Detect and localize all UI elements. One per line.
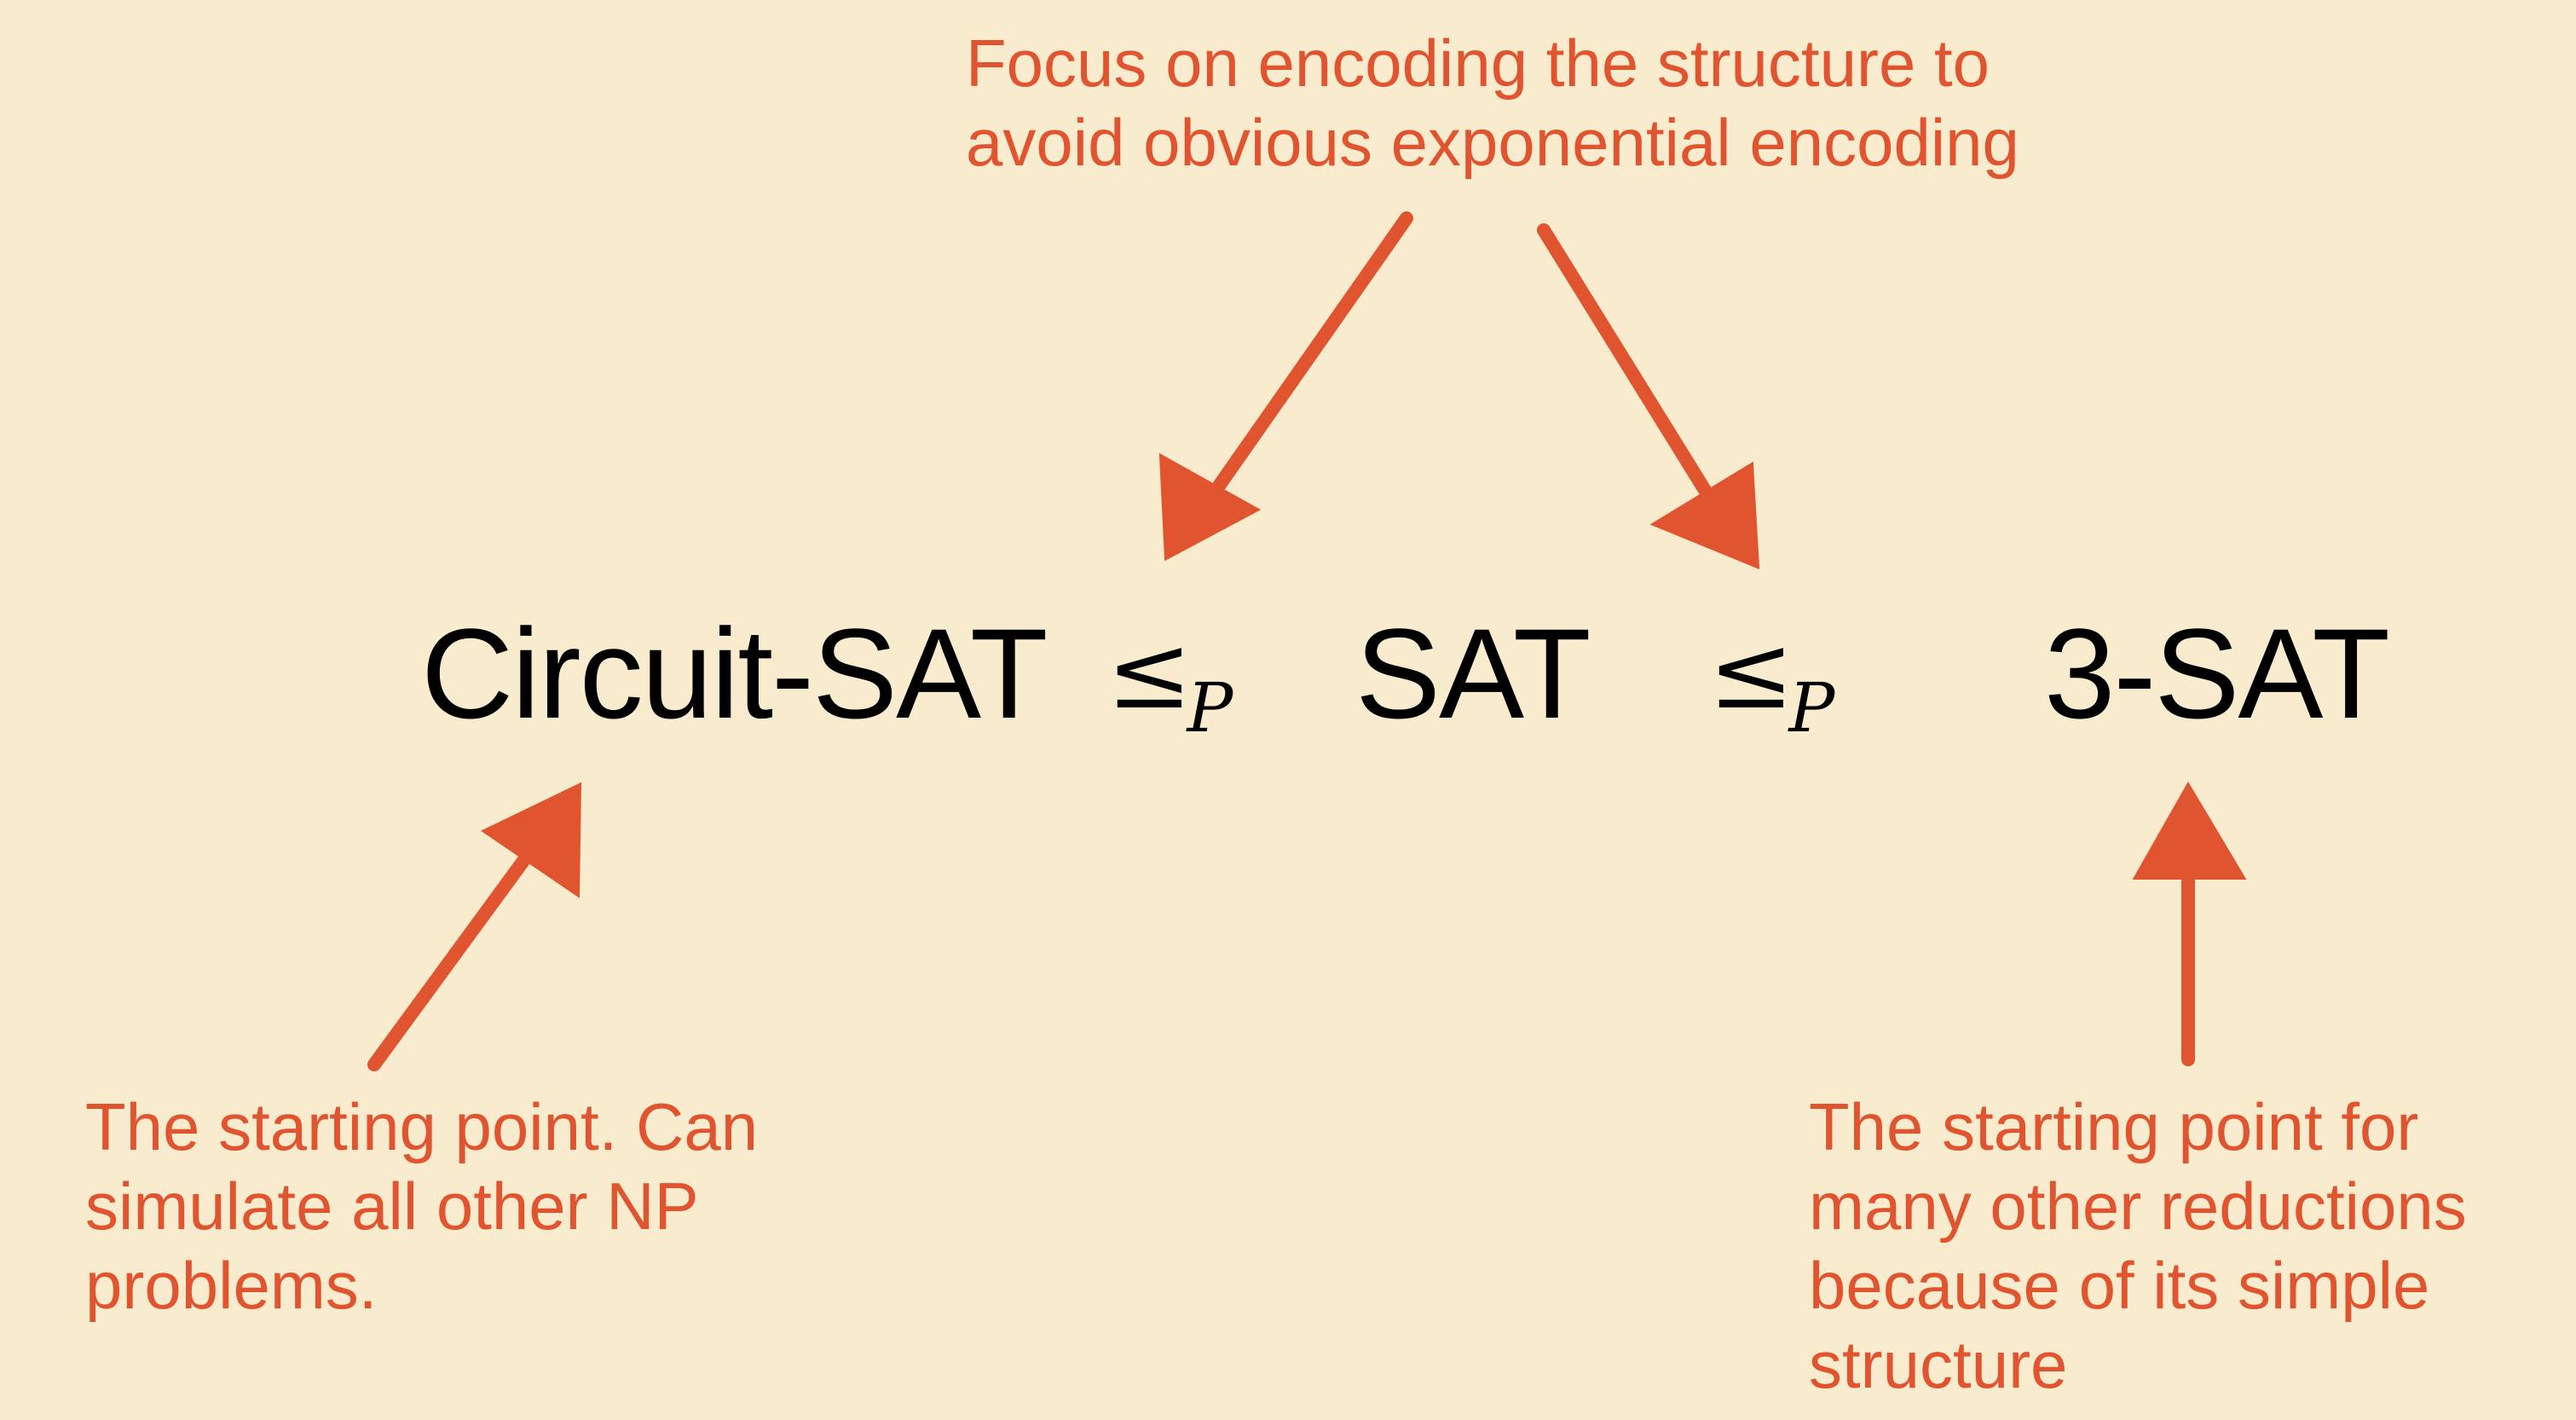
circuit-sat-term: Circuit-SAT [421, 602, 1048, 745]
arrow-to-circuit-sat [367, 782, 582, 1071]
left-annotation-line: The starting point. Can [85, 1089, 759, 1164]
right-annotation-line: many other reductions [1809, 1169, 2467, 1244]
right-annotation: The starting point for many other reduct… [1809, 1088, 2467, 1405]
3-sat-term: 3-SAT [2044, 602, 2390, 745]
leq-subscript: P [1788, 668, 1835, 748]
arrow-to-second-reduction [1537, 223, 1760, 570]
poly-reduction-symbol-2: ≤P [1708, 597, 1840, 780]
leq-subscript: P [1187, 668, 1233, 748]
arrow-to-first-reduction [1158, 211, 1413, 562]
poly-reduction-symbol-1: ≤P [1106, 597, 1238, 780]
right-annotation-line: The starting point for [1809, 1089, 2419, 1164]
sat-term: SAT [1355, 602, 1591, 745]
right-annotation-line: structure [1809, 1327, 2068, 1402]
left-annotation-line: problems. [85, 1248, 378, 1323]
left-annotation-line: simulate all other NP [85, 1169, 699, 1244]
leq-symbol: ≤ [1708, 614, 1794, 732]
leq-symbol: ≤ [1106, 614, 1193, 732]
arrow-to-3-sat [2132, 782, 2247, 1066]
left-annotation: The starting point. Can simulate all oth… [85, 1088, 758, 1325]
right-annotation-line: because of its simple [1809, 1248, 2430, 1323]
